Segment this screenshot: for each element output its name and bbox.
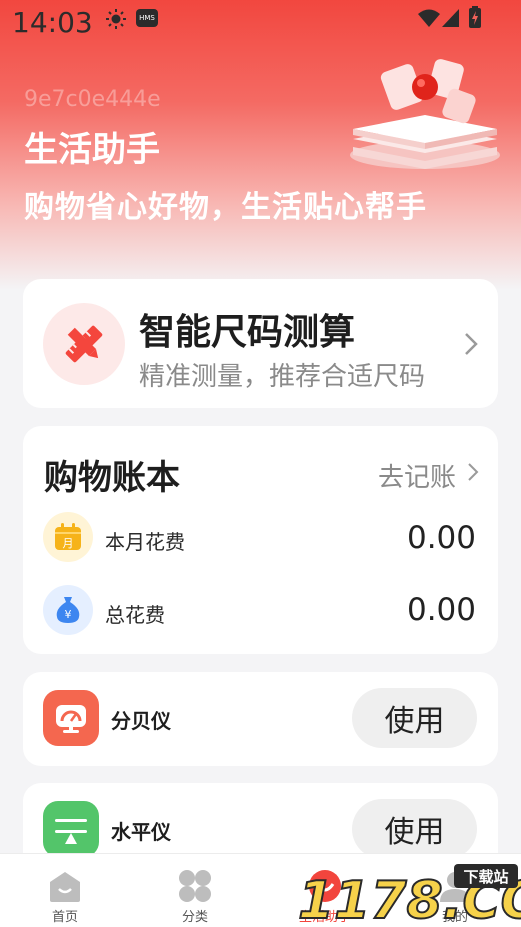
tab-category-label: 分类 bbox=[181, 910, 208, 925]
size-card-subtitle: 精准测量，推荐合适尺码 bbox=[139, 362, 426, 392]
size-calculator-card[interactable]: 智能尺码测算 精准测量，推荐合适尺码 bbox=[23, 279, 498, 408]
total-spend-label: 总花费 bbox=[105, 603, 165, 627]
calendar-icon: 月 bbox=[43, 512, 93, 562]
signal-icon bbox=[442, 9, 459, 27]
tab-home[interactable]: 首页 bbox=[15, 854, 115, 927]
month-spend-value: 0.00 bbox=[406, 520, 476, 556]
status-time: 14:03 bbox=[12, 6, 93, 39]
ledger-title: 购物账本 bbox=[44, 458, 180, 498]
money-bag-icon-text: ¥ bbox=[65, 608, 72, 621]
site-watermark-icon: 1178.COM 下载站 bbox=[297, 864, 521, 926]
tab-home-label: 首页 bbox=[51, 910, 78, 925]
wifi-icon bbox=[418, 9, 440, 27]
ruler-pencil-icon bbox=[43, 303, 125, 385]
use-level-button[interactable]: 使用 bbox=[352, 799, 477, 859]
total-spend-value: 0.00 bbox=[406, 592, 476, 628]
calendar-icon-text: 月 bbox=[63, 537, 74, 550]
hms-badge-icon: HMS bbox=[136, 9, 158, 27]
page-title: 生活助手 bbox=[24, 130, 160, 170]
page-subtitle: 购物省心好物，生活贴心帮手 bbox=[24, 190, 427, 225]
decibel-meter-card[interactable]: 分贝仪 使用 bbox=[23, 672, 498, 766]
decibel-meter-icon bbox=[43, 690, 99, 746]
tool-name: 水平仪 bbox=[111, 820, 171, 844]
brightness-icon bbox=[106, 9, 126, 29]
size-card-title: 智能尺码测算 bbox=[139, 312, 356, 353]
level-icon bbox=[43, 801, 99, 857]
hero-banner: 14:03 HMS 9e7c0e444e 生活助手 购物省心好物，生活贴心帮手 bbox=[0, 0, 521, 290]
chevron-right-icon bbox=[468, 463, 479, 481]
status-bar: 14:03 HMS bbox=[0, 0, 521, 44]
home-icon bbox=[50, 872, 80, 902]
battery-icon bbox=[469, 6, 481, 28]
hero-hash-text: 9e7c0e444e bbox=[24, 87, 161, 112]
money-bag-icon: ¥ bbox=[43, 585, 93, 635]
month-spend-label: 本月花费 bbox=[105, 530, 185, 554]
tab-category[interactable]: 分类 bbox=[145, 854, 245, 927]
shopping-ledger-card: 购物账本 去记账 月 本月花费 0.00 ¥ 总花费 0.00 bbox=[23, 426, 498, 654]
tool-name: 分贝仪 bbox=[111, 709, 171, 733]
category-icon bbox=[179, 870, 211, 902]
chevron-right-icon bbox=[465, 333, 478, 355]
hero-illustration-icon bbox=[350, 59, 500, 169]
go-record-button[interactable]: 去记账 bbox=[378, 457, 456, 494]
watermark-tag-text: 下载站 bbox=[463, 868, 508, 886]
use-decibel-button[interactable]: 使用 bbox=[352, 688, 477, 748]
